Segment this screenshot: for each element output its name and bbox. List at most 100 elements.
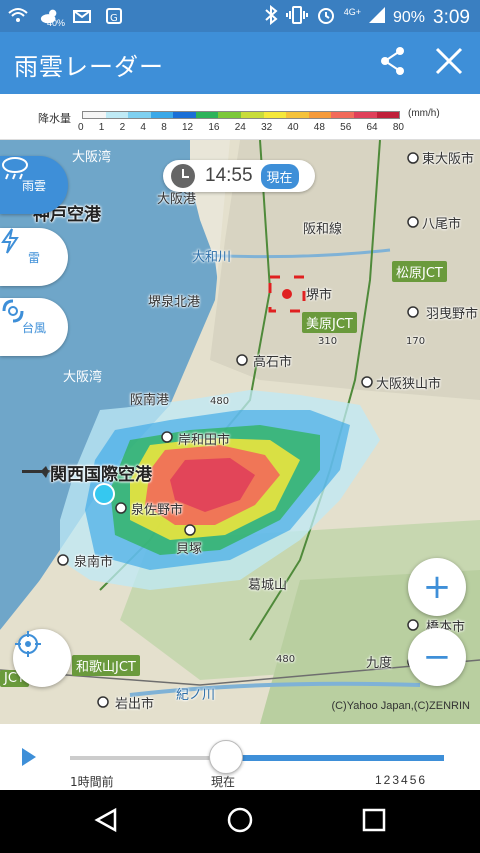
legend-color-swatch [128,112,151,118]
map-label: 大和川 [192,250,232,265]
share-button[interactable] [374,44,412,82]
legend-unit: (mm/h) [408,108,440,119]
map-label: 羽曳野市 [426,307,479,322]
timeline-slider-thumb[interactable] [209,740,243,774]
map-label: 堺市 [306,288,333,303]
map-label: 美原JCT [302,312,357,333]
clock-time: 3:09 [433,6,470,28]
bluetooth-icon [264,4,278,30]
status-percent: 40% [47,18,66,28]
legend-color-swatch [218,112,242,118]
close-icon [435,47,463,79]
legend-tick: 1 [98,122,105,133]
signal-icon [368,7,385,28]
legend-ticks: 0 1 2 4 8 12 16 24 32 40 48 56 64 80 [78,122,404,133]
recents-button[interactable] [356,804,392,840]
radar-time-chip: 14:55 現在 [163,160,315,192]
recents-icon [362,808,386,836]
system-nav-bar [0,790,480,853]
legend-tick: 40 [287,122,299,133]
vibrate-icon [285,6,308,29]
playback-bar: 1時間前 現在 123456 [0,724,480,790]
legend-tick: 16 [208,122,220,133]
minus-icon: − [422,637,452,677]
legend-label: 降水量 [38,112,71,125]
legend-tick: 56 [340,122,352,133]
legend-color-swatch [195,112,219,118]
map-label: 岩出市 [115,697,155,712]
svg-text:G: G [110,13,118,24]
map-copyright: (C)Yahoo Japan,(C)ZENRIN [331,700,470,712]
status-bar: G 40% 4G+ 90% 3:09 [0,0,480,32]
legend-tick: 12 [181,122,194,133]
rain-cloud-button[interactable]: 雨雲 [0,156,68,214]
map-label: 阪和線 [303,222,343,237]
radar-map[interactable]: 大阪湾 神戸空港 大阪港 大和川 阪和線 堺泉北港 堺市 東大阪市 八尾市 松原… [0,140,480,724]
back-button[interactable] [88,804,124,840]
clock-icon [171,164,195,188]
home-icon [226,806,254,838]
map-label: 紀ノ川 [176,688,216,703]
map-label: 関西国際空港 [50,465,152,485]
map-label: 480 [276,654,296,665]
precipitation-legend: 降水量 0 1 2 4 8 12 16 24 32 40 48 56 64 80 (mm/h) [0,94,480,140]
legend-color-swatch [331,112,354,118]
plus-icon: + [422,567,452,607]
home-button[interactable] [222,804,258,840]
legend-tick: 0 [78,122,84,133]
lightning-label: 雷 [27,250,40,265]
legend-tick: 64 [366,122,378,133]
map-label: 阪南港 [130,393,170,408]
legend-color-swatch [105,112,129,118]
map-label: 松原JCT [392,261,447,282]
timeline-label-now: 現在 [211,775,236,789]
timeline-past-track[interactable] [70,756,226,760]
legend-tick: 48 [313,122,325,133]
timeline-future-track[interactable] [226,755,444,761]
legend-color-swatch [173,112,196,118]
legend-tick: 2 [119,122,126,133]
map-label: 葛城山 [248,578,288,593]
map-label: 堺泉北港 [148,295,201,310]
zoom-in-button[interactable]: + [408,558,466,616]
map-canvas [0,140,480,724]
radar-time: 14:55 [205,165,253,186]
map-label: 高石市 [253,355,293,370]
map-label: 泉南市 [74,555,114,570]
lightning-button[interactable]: 雷 [0,228,68,286]
close-button[interactable] [430,44,468,82]
legend-color-swatch [241,112,264,118]
legend-tick: 32 [261,122,273,133]
share-icon [380,46,406,80]
alarm-icon [316,5,336,30]
legend-tick: 80 [392,122,404,133]
legend-color-bar [82,111,400,119]
legend-tick: 24 [234,122,246,133]
typhoon-button[interactable]: 台風 [0,298,68,356]
battery-level: 90% [392,8,426,26]
legend-color-swatch [263,112,287,118]
locate-button[interactable] [13,629,71,687]
legend-color-swatch [150,112,174,118]
legend-color-swatch [83,112,106,118]
map-label: 東大阪市 [422,152,475,167]
app-header: 雨雲レーダー [0,32,480,94]
wifi-settings-icon [8,6,28,26]
map-label: 和歌山JCT [72,655,140,676]
mail-icon [72,6,92,26]
network-type: 4G+ [343,6,361,17]
timeline-label-past: 1時間前 [70,775,114,789]
map-label: 170 [406,336,426,347]
map-label: 貝塚 [176,542,203,557]
map-label: 480 [210,396,230,407]
map-label: 大阪湾 [63,370,103,385]
now-badge: 現在 [260,163,299,189]
legend-color-swatch [308,112,332,118]
back-icon [93,807,119,837]
play-button[interactable] [22,748,36,766]
map-label: 八尾市 [422,217,462,232]
map-label: 310 [318,336,338,347]
legend-tick: 8 [161,122,167,133]
timeline-label-future: 123456 [375,773,428,787]
zoom-out-button[interactable]: − [408,628,466,686]
